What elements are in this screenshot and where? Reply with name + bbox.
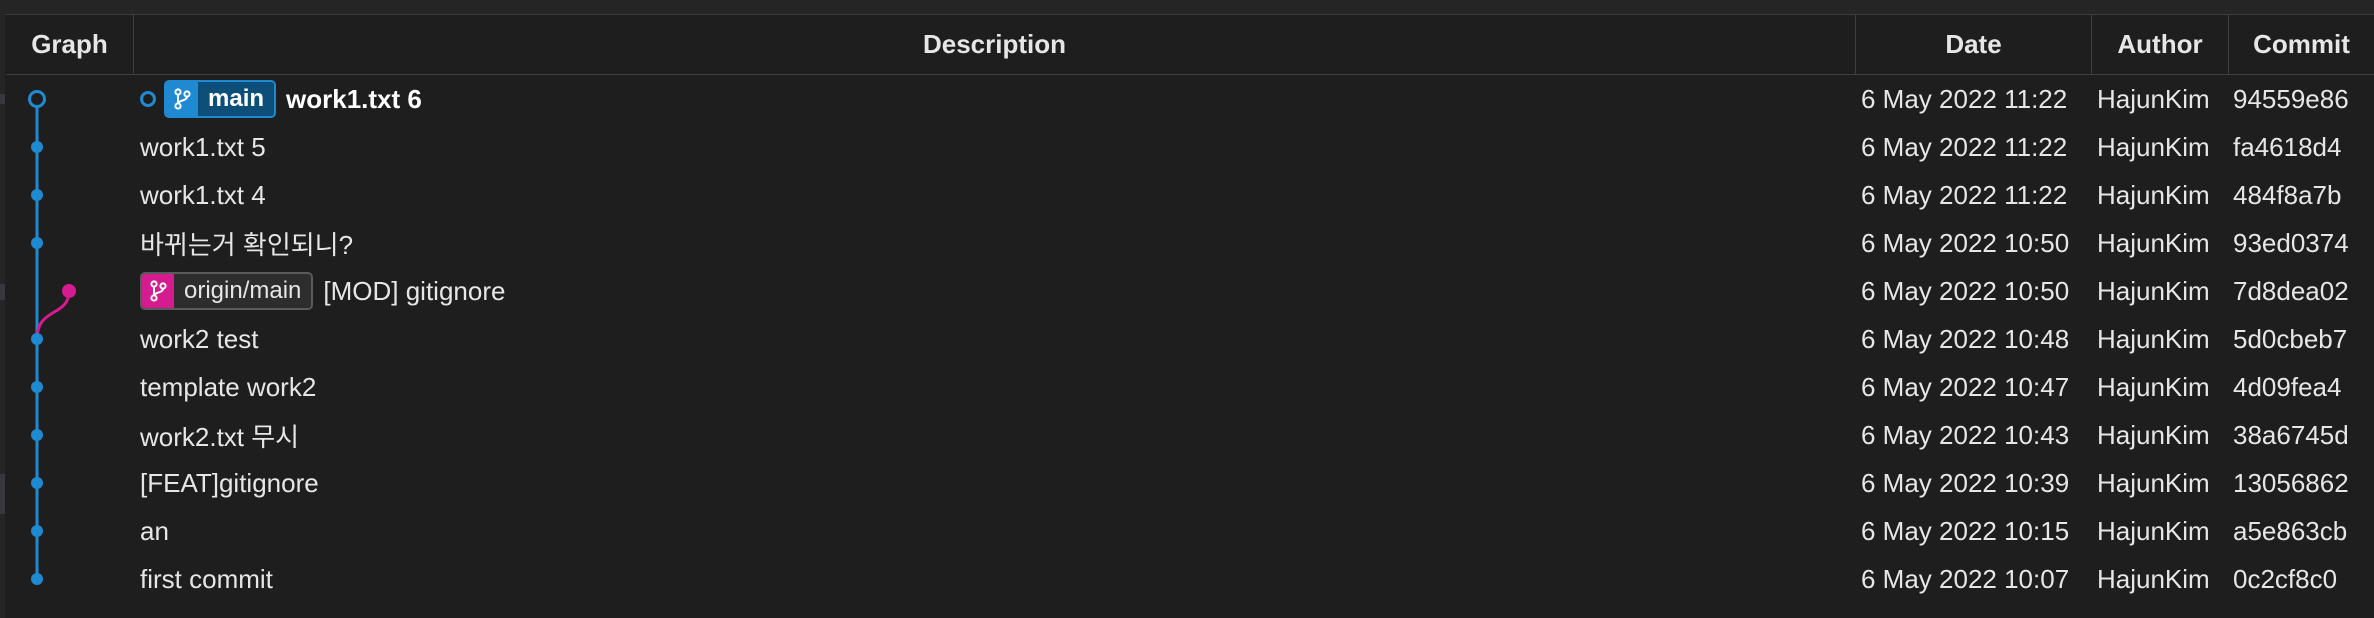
commit-date: 6 May 2022 10:15 (1861, 515, 2070, 546)
commit-author: HajunKim (2097, 179, 2210, 210)
commit-hash[interactable]: 4d09fea4 (2233, 363, 2341, 411)
column-header-description[interactable]: Description (134, 14, 1856, 74)
commit-message: work2 test (140, 323, 259, 354)
commit-date: 6 May 2022 10:39 (1861, 467, 2070, 498)
commit-message: work1.txt 4 (140, 179, 266, 210)
commit-description: work1.txt 5 (140, 123, 266, 171)
commit-row[interactable]: first commit 6 May 2022 10:07 HajunKim 0c2c… (6, 555, 2374, 603)
commit-row[interactable]: work2 test 6 May 2022 10:48 HajunKim 5d0cbe… (6, 315, 2374, 363)
top-bar (0, 0, 2374, 15)
commit-row[interactable]: work2.txt 무시 6 May 2022 10:43 HajunKim 38a6… (6, 411, 2374, 459)
commit-hash[interactable]: fa4618d4 (2233, 123, 2341, 171)
commit-date: 6 May 2022 10:50 (1861, 275, 2070, 306)
commit-row[interactable]: main work1.txt 6 6 May 2022 11:22 HajunKim 9… (6, 75, 2374, 123)
commit-date: 6 May 2022 11:22 (1861, 83, 2068, 114)
commit-description: work2.txt 무시 (140, 411, 299, 459)
commit-author: HajunKim (2097, 563, 2210, 594)
head-indicator-icon (140, 91, 156, 107)
branch-label: origin/main (174, 274, 312, 308)
commit-hash[interactable]: 93ed0374 (2233, 219, 2349, 267)
commit-description: first commit (140, 555, 273, 603)
commit-description: work1.txt 4 (140, 171, 266, 219)
commit-author: HajunKim (2097, 227, 2210, 258)
commit-message: work1.txt 5 (140, 131, 266, 162)
git-branch-icon (142, 274, 174, 308)
commit-message: [MOD] gitignore (323, 275, 506, 306)
commit-description: work2 test (140, 315, 259, 363)
commit-row[interactable]: origin/main [MOD] gitignore 6 May 2022 10:… (6, 267, 2374, 315)
commit-date: 6 May 2022 11:22 (1861, 131, 2068, 162)
commit-message: work1.txt 6 (286, 83, 422, 114)
commit-author: HajunKim (2097, 83, 2210, 114)
commit-hash[interactable]: 38a6745d (2233, 411, 2349, 459)
commit-message: first commit (140, 563, 273, 594)
table-header: Graph Description Date Author Commit (6, 14, 2374, 75)
commit-author: HajunKim (2097, 275, 2210, 306)
strip-marker (0, 94, 5, 104)
commit-date: 6 May 2022 10:07 (1861, 563, 2070, 594)
commit-row[interactable]: 바뀌는거 확인되니? 6 May 2022 10:50 HajunKim 93ed03… (6, 219, 2374, 267)
strip-marker (0, 474, 5, 514)
commit-description: template work2 (140, 363, 316, 411)
strip-marker (0, 284, 5, 300)
commit-hash[interactable]: a5e863cb (2233, 507, 2347, 555)
commit-message: template work2 (140, 371, 317, 402)
commit-hash[interactable]: 7d8dea02 (2233, 267, 2349, 315)
commit-message: an (140, 515, 169, 546)
column-header-date[interactable]: Date (1856, 14, 2092, 74)
commit-hash[interactable]: 5d0cbeb7 (2233, 315, 2347, 363)
git-branch-icon (166, 82, 198, 116)
commit-row[interactable]: work1.txt 4 6 May 2022 11:22 HajunKim 484f8… (6, 171, 2374, 219)
commit-hash[interactable]: 94559e86 (2233, 75, 2349, 123)
commit-hash[interactable]: 484f8a7b (2233, 171, 2341, 219)
branch-badge[interactable]: main (164, 80, 277, 118)
commit-date: 6 May 2022 10:50 (1861, 227, 2070, 258)
commit-message: 바뀌는거 확인되니? (140, 229, 354, 260)
commit-date: 6 May 2022 10:43 (1861, 419, 2070, 450)
commit-author: HajunKim (2097, 371, 2210, 402)
git-graph-table: Graph Description Date Author Commit mai… (6, 14, 2374, 618)
commit-message: work2.txt 무시 (140, 421, 300, 452)
commit-date: 6 May 2022 10:47 (1861, 371, 2070, 402)
commit-hash[interactable]: 13056862 (2233, 459, 2349, 507)
branch-badge[interactable]: origin/main (140, 272, 314, 310)
commit-description: [FEAT]gitignore (140, 459, 319, 507)
column-header-author[interactable]: Author (2092, 14, 2229, 74)
commit-row[interactable]: work1.txt 5 6 May 2022 11:22 HajunKim fa461… (6, 123, 2374, 171)
commit-description: 바뀌는거 확인되니? (140, 219, 353, 267)
commit-message: [FEAT]gitignore (140, 467, 319, 498)
commit-row[interactable]: template work2 6 May 2022 10:47 HajunKim 4d… (6, 363, 2374, 411)
commit-row[interactable]: [FEAT]gitignore 6 May 2022 10:39 HajunKim 1… (6, 459, 2374, 507)
commit-author: HajunKim (2097, 419, 2210, 450)
commit-author: HajunKim (2097, 131, 2210, 162)
commit-description: main work1.txt 6 (140, 75, 422, 123)
left-activity-strip (0, 14, 5, 618)
commit-description: origin/main [MOD] gitignore (140, 267, 505, 315)
commit-row[interactable]: an 6 May 2022 10:15 HajunKim a5e863cb (6, 507, 2374, 555)
commit-hash[interactable]: 0c2cf8c0 (2233, 555, 2337, 603)
commit-author: HajunKim (2097, 467, 2210, 498)
commit-date: 6 May 2022 11:22 (1861, 179, 2068, 210)
commit-author: HajunKim (2097, 515, 2210, 546)
commit-author: HajunKim (2097, 323, 2210, 354)
branch-label: main (198, 82, 275, 116)
commit-date: 6 May 2022 10:48 (1861, 323, 2070, 354)
column-header-commit[interactable]: Commit (2229, 14, 2374, 74)
commit-description: an (140, 507, 169, 555)
